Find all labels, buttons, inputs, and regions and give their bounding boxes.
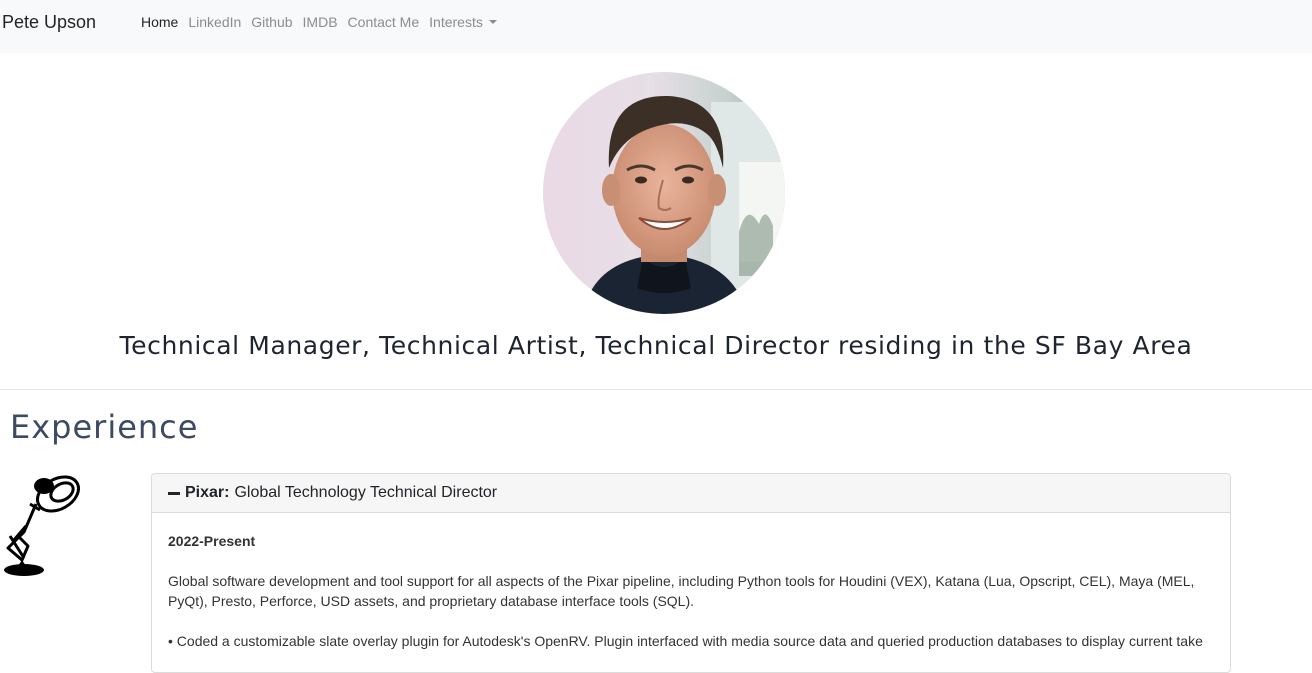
company-name: Pixar: bbox=[185, 484, 230, 501]
job-years: 2022-Present bbox=[168, 533, 256, 549]
nav-links: Home LinkedIn Github IMDB Contact Me Int… bbox=[141, 14, 507, 31]
minus-icon[interactable] bbox=[168, 491, 180, 495]
navbar: Pete Upson Home LinkedIn Github IMDB Con… bbox=[0, 0, 1312, 53]
experience-card-pixar: Pixar: Global Technology Technical Direc… bbox=[151, 473, 1231, 673]
nav-dropdown-label: Interests bbox=[429, 14, 483, 30]
nav-link-home[interactable]: Home bbox=[141, 14, 178, 31]
experience-heading: Experience bbox=[10, 408, 199, 446]
experience-card-body: 2022-Present Global software development… bbox=[152, 513, 1230, 651]
experience-card-header[interactable]: Pixar: Global Technology Technical Direc… bbox=[152, 474, 1230, 513]
tagline: Technical Manager, Technical Artist, Tec… bbox=[119, 331, 1193, 360]
nav-link-contact[interactable]: Contact Me bbox=[348, 14, 420, 31]
brand-link[interactable]: Pete Upson bbox=[2, 11, 96, 33]
job-bullet: • Coded a customizable slate overlay plu… bbox=[168, 633, 1203, 649]
profile-photo bbox=[543, 72, 785, 314]
caret-down-icon bbox=[488, 20, 497, 24]
nav-dropdown-interests[interactable]: Interests bbox=[429, 14, 497, 31]
nav-link-github[interactable]: Github bbox=[251, 14, 292, 31]
divider bbox=[0, 389, 1312, 390]
job-description: Global software development and tool sup… bbox=[168, 573, 1195, 609]
job-role: Global Technology Technical Director bbox=[234, 484, 498, 501]
nav-link-imdb[interactable]: IMDB bbox=[303, 14, 338, 31]
nav-link-linkedin[interactable]: LinkedIn bbox=[188, 14, 241, 31]
pixar-lamp-icon bbox=[0, 470, 84, 580]
